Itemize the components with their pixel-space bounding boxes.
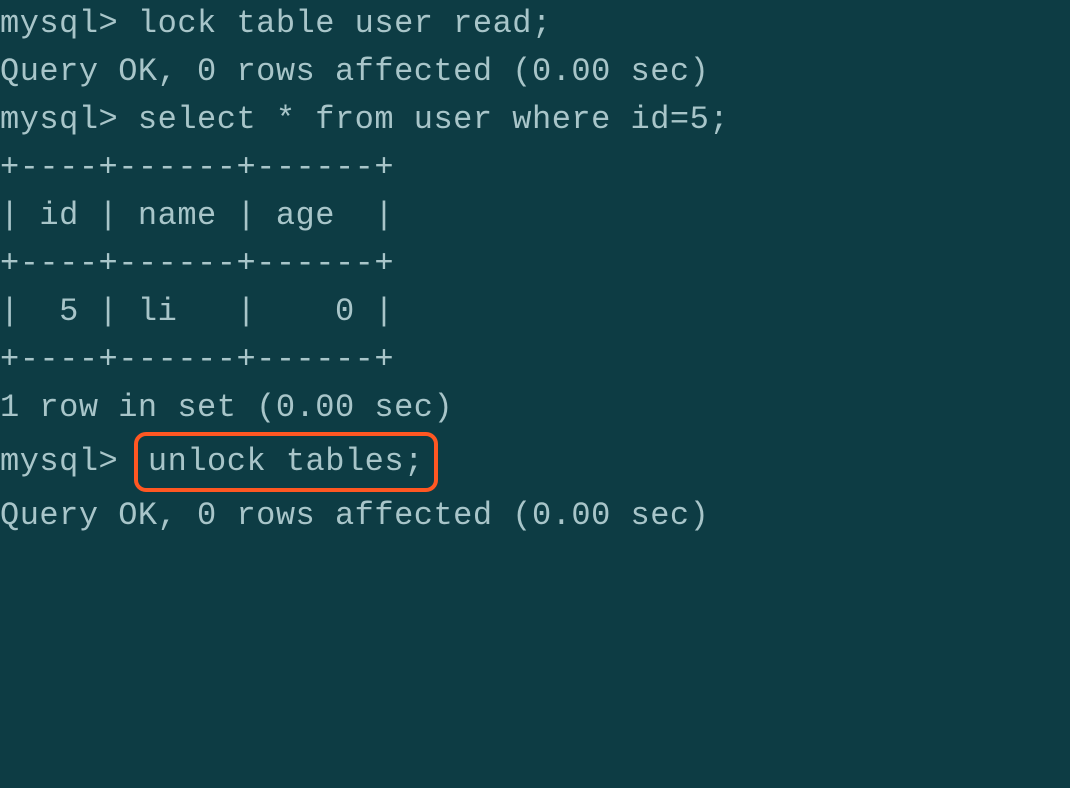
table-border-mid: +----+------+------+ bbox=[0, 240, 1070, 288]
prompt: mysql> bbox=[0, 5, 138, 42]
highlight-annotation: unlock tables; bbox=[134, 432, 438, 492]
command-line-2: mysql> select * from user where id=5; bbox=[0, 96, 1070, 144]
result-line-1: Query OK, 0 rows affected (0.00 sec) bbox=[0, 48, 1070, 96]
table-border-bottom: +----+------+------+ bbox=[0, 336, 1070, 384]
highlighted-command: unlock tables; bbox=[148, 443, 424, 480]
table-header: | id | name | age | bbox=[0, 192, 1070, 240]
result-line-3: Query OK, 0 rows affected (0.00 sec) bbox=[0, 492, 1070, 540]
command-text: select * from user where id=5; bbox=[138, 101, 729, 138]
command-text: lock table user read; bbox=[138, 5, 552, 42]
table-row: | 5 | li | 0 | bbox=[0, 288, 1070, 336]
prompt: mysql> bbox=[0, 438, 138, 486]
prompt: mysql> bbox=[0, 101, 138, 138]
result-line-2: 1 row in set (0.00 sec) bbox=[0, 384, 1070, 432]
command-line-3: mysql> unlock tables; bbox=[0, 432, 1070, 492]
mysql-terminal[interactable]: mysql> lock table user read; Query OK, 0… bbox=[0, 0, 1070, 540]
table-border-top: +----+------+------+ bbox=[0, 144, 1070, 192]
command-line-1: mysql> lock table user read; bbox=[0, 0, 1070, 48]
